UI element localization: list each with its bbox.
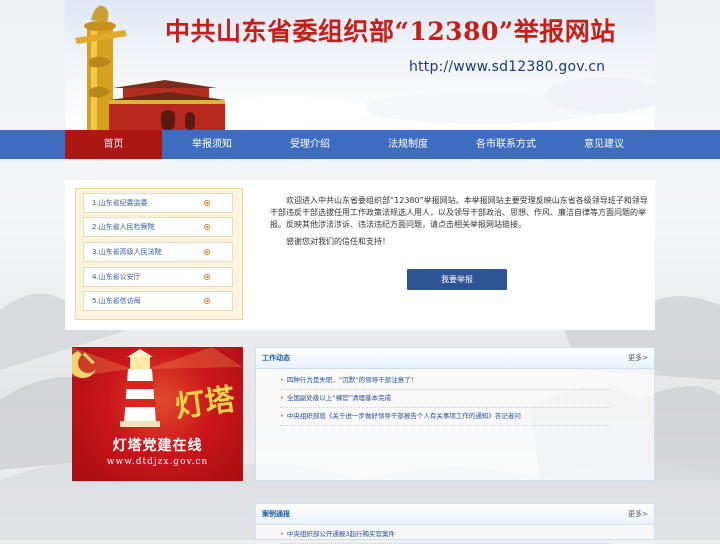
nav-home[interactable]: 首页 [65,130,162,159]
site-title: 中共山东省委组织部“12380”举报网站 [165,17,616,46]
case-report-more-link[interactable]: 更多> [628,509,648,519]
circle-bullet-icon [204,298,210,304]
main-nav: 首页 举报须知 受理介绍 法规制度 各市联系方式 意见建议 [0,130,720,159]
lighthouse-party-building-banner[interactable]: 灯塔 灯塔党建在线 www.dtdjzx.gov.cn [72,347,243,481]
link-label: 5.山东省信访局 [92,297,141,305]
header-banner: 中共山东省委组织部“12380”举报网站 http://www.sd12380.… [65,0,655,130]
news-item[interactable]: 四种行为是失职，“沉默”的领导干部注意了！ [280,374,610,390]
nav-regulations[interactable]: 法规制度 [358,130,458,159]
link-label: 3.山东省高级人民法院 [92,248,162,256]
case-report-title: 案例通报 [262,510,290,518]
nav-report-notice[interactable]: 举报须知 [162,130,262,159]
link-provincial-discipline-commission[interactable]: 1.山东省纪委监委 [83,193,233,213]
case-report-section: 案例通报 更多> 中央组织部公开通报3起行贿买官案件 [255,503,655,544]
circle-bullet-icon [204,274,210,280]
circle-bullet-icon [204,249,210,255]
work-news-title: 工作动态 [262,354,290,362]
intro-panel: 1.山东省纪委监委 2.山东省人民检察院 3.山东省高级人民法院 4.山东省公安… [65,180,655,330]
lighthouse-url: www.dtdjzx.gov.cn [106,457,209,467]
welcome-text: 欢迎进入中共山东省委组织部“12380”举报网站。本举报网站主要受理反映山东省各… [270,195,650,248]
thanks-paragraph: 感谢您对我们的信任和支持！ [286,237,390,246]
link-label: 1.山东省纪委监委 [92,199,148,207]
lighthouse-characters: 灯塔 [173,382,238,419]
nav-acceptance-intro[interactable]: 受理介绍 [262,130,358,159]
work-news-more-link[interactable]: 更多> [628,353,648,363]
welcome-paragraph: 欢迎进入中共山东省委组织部“12380”举报网站。本举报网站主要受理反映山东省各… [270,196,648,229]
nav-city-contacts[interactable]: 各市联系方式 [458,130,554,159]
link-provincial-petition-bureau[interactable]: 5.山东省信访局 [83,291,233,311]
work-news-section: 工作动态 更多> 四种行为是失职，“沉默”的领导干部注意了！ 全国副处级以上“裸… [255,347,655,481]
news-item[interactable]: 全国副处级以上“裸官”清理基本完成 [280,392,610,408]
lighthouse-title: 灯塔党建在线 [112,438,203,454]
link-provincial-public-security[interactable]: 4.山东省公安厅 [83,267,233,287]
related-links-box: 1.山东省纪委监委 2.山东省人民检察院 3.山东省高级人民法院 4.山东省公安… [75,188,243,320]
link-label: 2.山东省人民检察院 [92,223,155,231]
case-report-header: 案例通报 更多> [256,504,654,525]
news-item[interactable]: 中央组织部公开通报3起行贿买官案件 [280,528,610,544]
lighthouse-characters-text: 灯塔 [173,382,238,419]
link-provincial-high-court[interactable]: 3.山东省高级人民法院 [83,242,233,262]
site-url: http://www.sd12380.gov.cn [409,59,606,75]
nav-feedback[interactable]: 意见建议 [554,130,654,159]
circle-bullet-icon [204,200,210,206]
link-label: 4.山东省公安厅 [92,273,141,281]
work-news-header: 工作动态 更多> [256,348,654,369]
circle-bullet-icon [204,224,210,230]
news-item[interactable]: 中央组织部就《关于进一步做好领导干部报告个人有关事项工作的通知》答记者问 [280,410,610,426]
link-provincial-procuratorate[interactable]: 2.山东省人民检察院 [83,217,233,237]
report-button[interactable]: 我要举报 [407,269,507,290]
